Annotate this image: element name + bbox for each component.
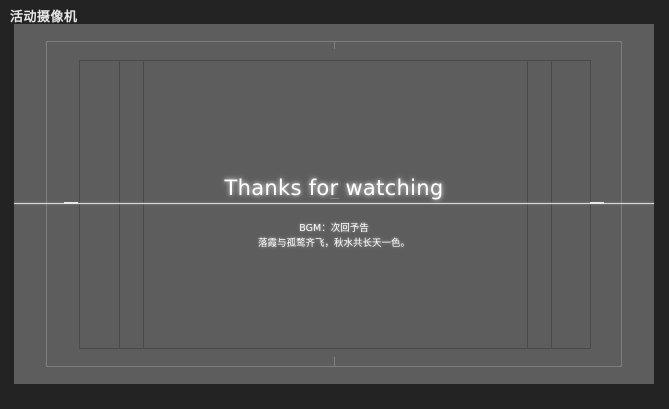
composition-viewport[interactable]: Thanks for watching BGM：次回予告 落霞与孤鹜齐飞，秋水共… [14,24,654,384]
center-horizontal-guide [14,203,654,204]
title-text: Thanks for watching [224,176,444,200]
center-guide-marker-right [590,202,604,204]
bgm-credit-text: BGM：次回予告 [299,223,369,234]
center-guide-marker-left [64,202,78,204]
inner-guide-right-1 [527,60,528,349]
poem-text: 落霞与孤鹜齐飞，秋水共长天一色。 [257,238,410,249]
inner-guide-right-2 [551,60,552,349]
inner-guide-left-2 [143,60,144,349]
title-safe-guide [79,60,591,349]
top-center-tick [334,41,335,49]
bottom-center-tick [334,357,335,367]
inner-guide-left-1 [119,60,120,349]
